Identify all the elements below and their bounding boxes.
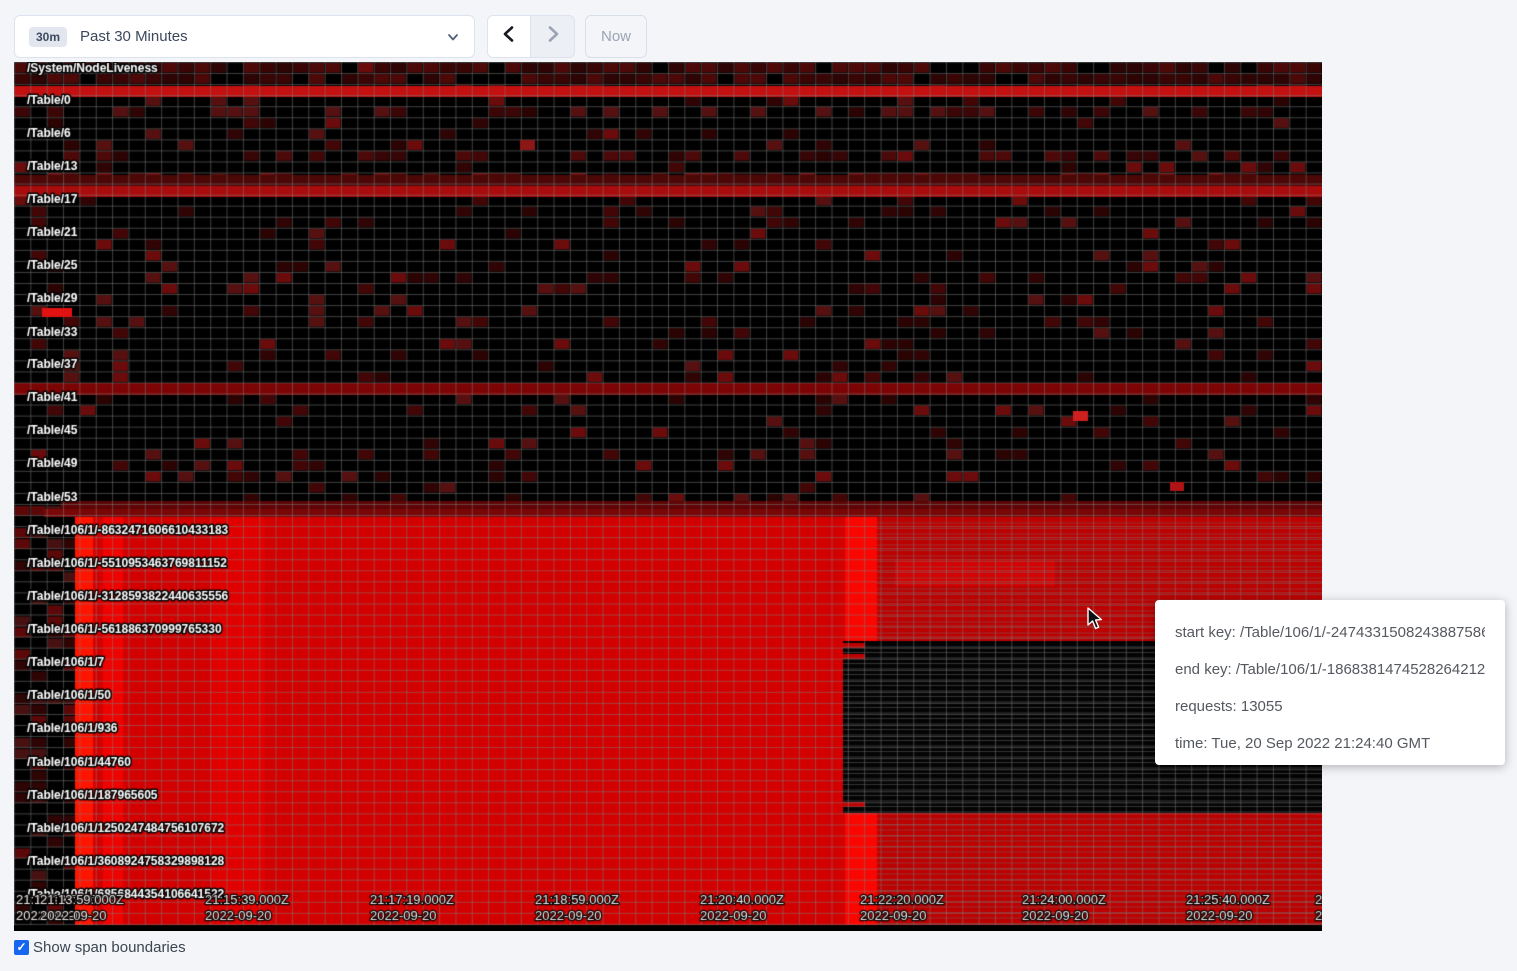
footer-controls: ✓ Show span boundaries (14, 939, 186, 956)
chevron-down-icon (446, 30, 460, 44)
previous-time-button[interactable] (487, 15, 531, 58)
chevron-right-icon (544, 25, 562, 48)
time-window-dropdown[interactable]: 30m Past 30 Minutes (14, 15, 475, 58)
time-window-badge: 30m (29, 27, 67, 47)
tooltip-requests: requests: 13055 (1175, 688, 1485, 725)
next-time-button[interactable] (531, 15, 575, 58)
time-window-label: Past 30 Minutes (80, 28, 446, 45)
key-visualizer-page: 30m Past 30 Minutes Now start key: /Tabl… (0, 0, 1517, 971)
hover-tooltip: start key: /Table/106/1/-247433150824388… (1155, 600, 1505, 765)
tooltip-end-key: end key: /Table/106/1/-18683814745282642… (1175, 651, 1485, 688)
chevron-left-icon (500, 25, 518, 48)
tooltip-time: time: Tue, 20 Sep 2022 21:24:40 GMT (1175, 725, 1485, 762)
tooltip-start-key: start key: /Table/106/1/-247433150824388… (1175, 614, 1485, 651)
time-nav-button-group (487, 15, 575, 58)
key-visualizer-heatmap[interactable] (14, 62, 1322, 931)
show-span-boundaries-checkbox[interactable]: ✓ (14, 940, 29, 955)
now-button[interactable]: Now (585, 15, 647, 58)
show-span-boundaries-label: Show span boundaries (33, 939, 186, 956)
mouse-cursor-icon (1083, 607, 1105, 636)
checkmark-icon: ✓ (16, 940, 26, 954)
